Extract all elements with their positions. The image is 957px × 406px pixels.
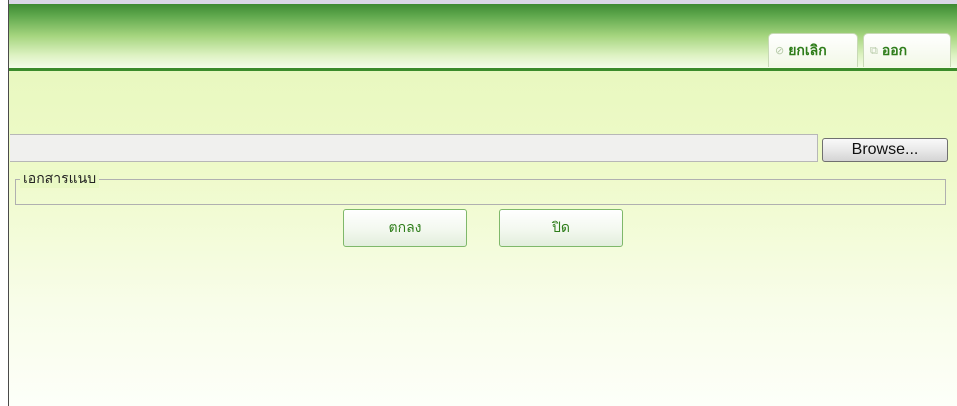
exit-icon: ⧉ xyxy=(870,43,878,57)
attachment-legend: เอกสารแนบ xyxy=(20,170,100,188)
exit-button-label: ออก xyxy=(881,42,908,59)
exit-button[interactable]: ⧉ ออก xyxy=(863,33,951,67)
browse-button[interactable]: Browse... xyxy=(822,138,948,162)
cancel-button[interactable]: ⊘ ยกเลิก xyxy=(768,33,858,67)
close-button[interactable]: ปิด xyxy=(499,209,623,247)
left-border xyxy=(0,0,9,406)
file-path-input[interactable] xyxy=(10,134,818,162)
cancel-icon: ⊘ xyxy=(775,44,785,57)
ok-button[interactable]: ตกลง xyxy=(343,209,467,247)
attachment-fieldset xyxy=(15,179,946,205)
cancel-button-label: ยกเลิก xyxy=(788,42,827,59)
header-divider xyxy=(9,68,957,71)
